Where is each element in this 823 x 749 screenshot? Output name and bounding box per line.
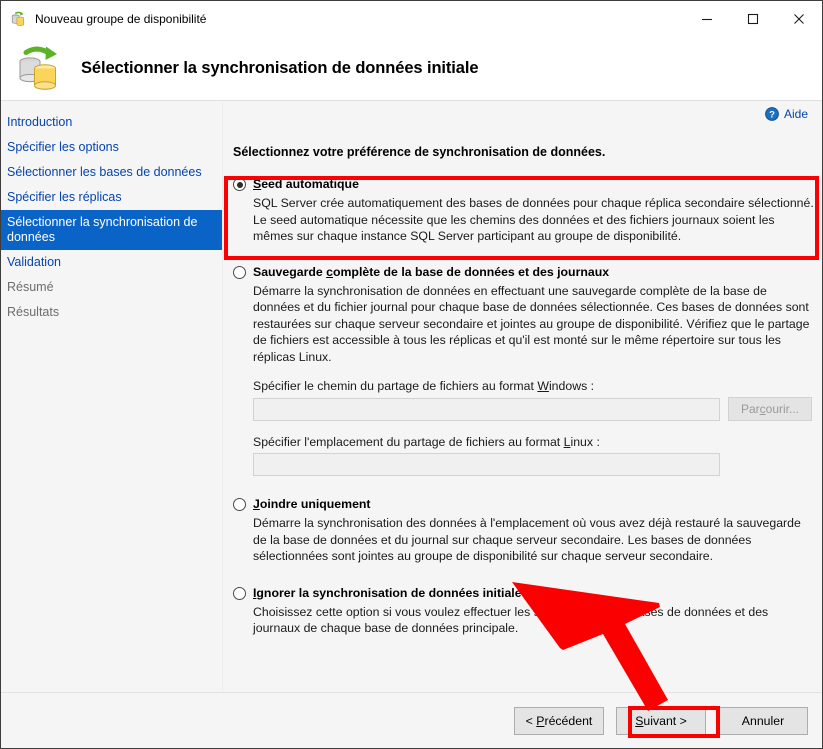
linux-share-input[interactable] bbox=[253, 453, 720, 476]
option-ignorer-synchronisation-head[interactable]: Ignorer la synchronisation de données in… bbox=[233, 582, 814, 601]
sidebar-item-selectionner-bases[interactable]: Sélectionner les bases de données bbox=[1, 160, 222, 185]
help-link-label: Aide bbox=[784, 107, 808, 121]
option-seed-automatique-label-rest: eed automatique bbox=[261, 177, 359, 191]
previous-button[interactable]: < Précédent bbox=[514, 707, 604, 735]
option-joindre-uniquement-description: Démarre la synchronisation des données à… bbox=[253, 515, 814, 565]
option-joindre-uniquement-head[interactable]: Joindre uniquement bbox=[233, 493, 814, 512]
minimize-button[interactable] bbox=[684, 1, 730, 37]
radio-seed-automatique[interactable] bbox=[233, 178, 246, 191]
wizard-footer: < Précédent Suivant > Annuler bbox=[1, 692, 822, 748]
sidebar-item-introduction[interactable]: Introduction bbox=[1, 110, 222, 135]
option-seed-automatique-description: SQL Server crée automatiquement des base… bbox=[253, 195, 814, 245]
option-joindre-uniquement-label: Joindre uniquement bbox=[253, 497, 371, 512]
linux-share-label-before: Spécifier l'emplacement du partage de fi… bbox=[253, 435, 564, 449]
option-sauvegarde-complete-label-rest: omplète de la base de données et des jou… bbox=[333, 265, 609, 279]
option-sauvegarde-complete: Sauvegarde complète de la base de donnée… bbox=[233, 261, 814, 477]
option-ignorer-synchronisation: Ignorer la synchronisation de données in… bbox=[233, 582, 814, 637]
database-sync-icon bbox=[13, 44, 67, 94]
option-seed-automatique-label: Seed automatique bbox=[253, 177, 359, 192]
option-sauvegarde-complete-label: Sauvegarde complète de la base de donnée… bbox=[253, 265, 609, 280]
option-seed-automatique-head[interactable]: Seed automatique bbox=[233, 173, 814, 192]
instruction-text: Sélectionnez votre préférence de synchro… bbox=[233, 145, 605, 159]
option-seed-automatique: Seed automatique SQL Server crée automat… bbox=[233, 173, 814, 245]
cancel-button[interactable]: Annuler bbox=[718, 707, 808, 735]
browse-button[interactable]: Parcourir... bbox=[728, 397, 812, 421]
windows-share-input[interactable] bbox=[253, 398, 720, 421]
option-ignorer-synchronisation-description: Choisissez cette option si vous voulez e… bbox=[253, 604, 814, 637]
windows-share-label-before: Spécifier le chemin du partage de fichie… bbox=[253, 379, 537, 393]
database-sync-icon bbox=[10, 11, 27, 28]
option-ignorer-synchronisation-label-rest: gnorer la synchronisation de données ini… bbox=[256, 586, 521, 600]
window-controls bbox=[684, 1, 822, 37]
svg-text:?: ? bbox=[769, 110, 775, 121]
sidebar-item-validation[interactable]: Validation bbox=[1, 250, 222, 275]
sidebar-item-synchronisation[interactable]: Sélectionner la synchronisation de donné… bbox=[1, 210, 222, 250]
windows-share-row: Parcourir... bbox=[253, 397, 814, 421]
help-circle-icon: ? bbox=[765, 107, 779, 121]
maximize-button[interactable] bbox=[730, 1, 776, 37]
windows-share-label: Spécifier le chemin du partage de fichie… bbox=[253, 379, 814, 393]
option-sauvegarde-complete-head[interactable]: Sauvegarde complète de la base de donnée… bbox=[233, 261, 814, 280]
option-joindre-uniquement: Joindre uniquement Démarre la synchronis… bbox=[233, 493, 814, 565]
sidebar-item-specifier-options[interactable]: Spécifier les options bbox=[1, 135, 222, 160]
window-title: Nouveau groupe de disponibilité bbox=[35, 12, 206, 26]
windows-share-label-after: indows : bbox=[549, 379, 594, 393]
wizard-window: Nouveau groupe de disponibilité bbox=[0, 0, 823, 749]
wizard-steps-sidebar: Introduction Spécifier les options Sélec… bbox=[1, 101, 223, 692]
page-title: Sélectionner la synchronisation de donné… bbox=[81, 59, 478, 78]
radio-ignorer-synchronisation[interactable] bbox=[233, 587, 246, 600]
content-pane: ? Aide Sélectionnez votre préférence de … bbox=[223, 101, 822, 692]
linux-share-label-after: inux : bbox=[570, 435, 599, 449]
next-button[interactable]: Suivant > bbox=[616, 707, 706, 735]
windows-share-label-accel: W bbox=[537, 379, 549, 393]
page-header: Sélectionner la synchronisation de donné… bbox=[1, 37, 822, 101]
body-area: Introduction Spécifier les options Sélec… bbox=[1, 101, 822, 692]
close-button[interactable] bbox=[776, 1, 822, 37]
option-joindre-uniquement-label-rest: oindre uniquement bbox=[260, 497, 371, 511]
linux-share-label: Spécifier l'emplacement du partage de fi… bbox=[253, 435, 814, 449]
radio-sauvegarde-complete[interactable] bbox=[233, 266, 246, 279]
radio-joindre-uniquement[interactable] bbox=[233, 498, 246, 511]
sidebar-item-specifier-replicas[interactable]: Spécifier les réplicas bbox=[1, 185, 222, 210]
title-bar: Nouveau groupe de disponibilité bbox=[1, 1, 822, 37]
option-sauvegarde-complete-description: Démarre la synchronisation de données en… bbox=[253, 283, 814, 366]
help-link[interactable]: ? Aide bbox=[765, 107, 808, 121]
sync-options-group: Seed automatique SQL Server crée automat… bbox=[233, 173, 814, 639]
sidebar-item-resultats: Résultats bbox=[1, 300, 222, 325]
linux-share-row bbox=[253, 453, 814, 476]
title-bar-left: Nouveau groupe de disponibilité bbox=[1, 11, 684, 28]
option-ignorer-synchronisation-label: Ignorer la synchronisation de données in… bbox=[253, 586, 522, 601]
sidebar-item-resume: Résumé bbox=[1, 275, 222, 300]
